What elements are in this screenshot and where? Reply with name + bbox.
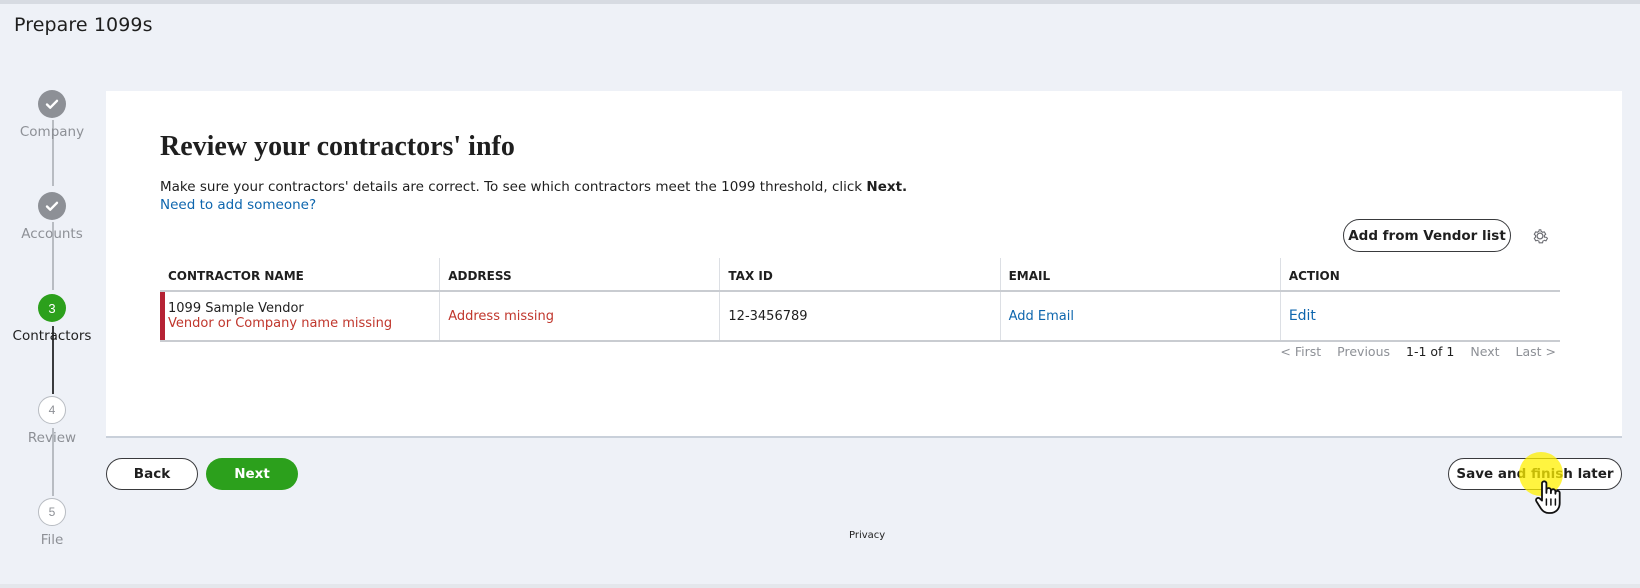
column-header-email[interactable]: EMAIL (999, 258, 1280, 290)
tax-id-value: 12-3456789 (728, 308, 808, 324)
bottom-border (0, 584, 1640, 588)
hand-cursor-icon (1535, 480, 1561, 514)
progress-stepper: Company Accounts 3 Contractors 4 Review … (0, 90, 104, 570)
page-header: Prepare 1099s (0, 4, 1640, 50)
step-number: 3 (38, 294, 66, 322)
privacy-link[interactable]: Privacy (849, 530, 885, 541)
add-from-vendor-list-button[interactable]: Add from Vendor list (1343, 219, 1511, 252)
pager-next[interactable]: Next (1470, 344, 1499, 359)
pager-range: 1-1 of 1 (1406, 344, 1455, 359)
page-title: Review your contractors' info (160, 131, 515, 162)
column-header-tax-id[interactable]: TAX ID (719, 258, 999, 290)
table-row: 1099 Sample Vendor Vendor or Company nam… (160, 292, 1560, 342)
pager-last[interactable]: Last > (1516, 344, 1557, 359)
next-button[interactable]: Next (206, 458, 298, 490)
column-header-action: ACTION (1279, 258, 1560, 290)
step-label: Contractors (12, 328, 92, 344)
edit-link[interactable]: Edit (1289, 308, 1560, 324)
check-icon (38, 90, 66, 118)
add-email-link[interactable]: Add Email (1009, 309, 1280, 324)
gear-icon[interactable] (1530, 226, 1550, 246)
step-label: Review (27, 430, 77, 446)
instruction-text-bold: Next. (866, 179, 908, 195)
cell-action: Edit (1279, 292, 1560, 340)
check-icon (38, 192, 66, 220)
cell-email: Add Email (999, 292, 1280, 340)
contractors-table: CONTRACTOR NAME ADDRESS TAX ID EMAIL ACT… (160, 258, 1560, 342)
instruction-text: Make sure your contractors' details are … (160, 179, 907, 195)
table-header: CONTRACTOR NAME ADDRESS TAX ID EMAIL ACT… (160, 258, 1560, 292)
step-label: Accounts (21, 226, 83, 242)
back-button[interactable]: Back (106, 458, 198, 490)
main-card: Review your contractors' info Make sure … (106, 91, 1622, 438)
contractor-name-error: Vendor or Company name missing (168, 316, 393, 331)
pager-first[interactable]: < First (1280, 344, 1321, 359)
contractor-name: 1099 Sample Vendor (168, 301, 304, 316)
step-label: File (40, 532, 64, 548)
step-number: 5 (38, 498, 66, 526)
cell-tax-id: 12-3456789 (719, 292, 999, 340)
column-header-contractor-name[interactable]: CONTRACTOR NAME (160, 258, 439, 290)
step-label: Company (19, 124, 85, 140)
page-header-title: Prepare 1099s (14, 14, 153, 36)
column-header-address[interactable]: ADDRESS (439, 258, 719, 290)
cell-contractor-name: 1099 Sample Vendor Vendor or Company nam… (160, 292, 439, 340)
address-error: Address missing (448, 308, 555, 324)
step-number: 4 (38, 396, 66, 424)
cell-address: Address missing (439, 292, 719, 340)
pager-previous[interactable]: Previous (1337, 344, 1390, 359)
pagination: < First Previous 1-1 of 1 Next Last > (1280, 344, 1556, 359)
add-someone-link[interactable]: Need to add someone? (160, 197, 316, 213)
instruction-text-main: Make sure your contractors' details are … (160, 179, 867, 195)
